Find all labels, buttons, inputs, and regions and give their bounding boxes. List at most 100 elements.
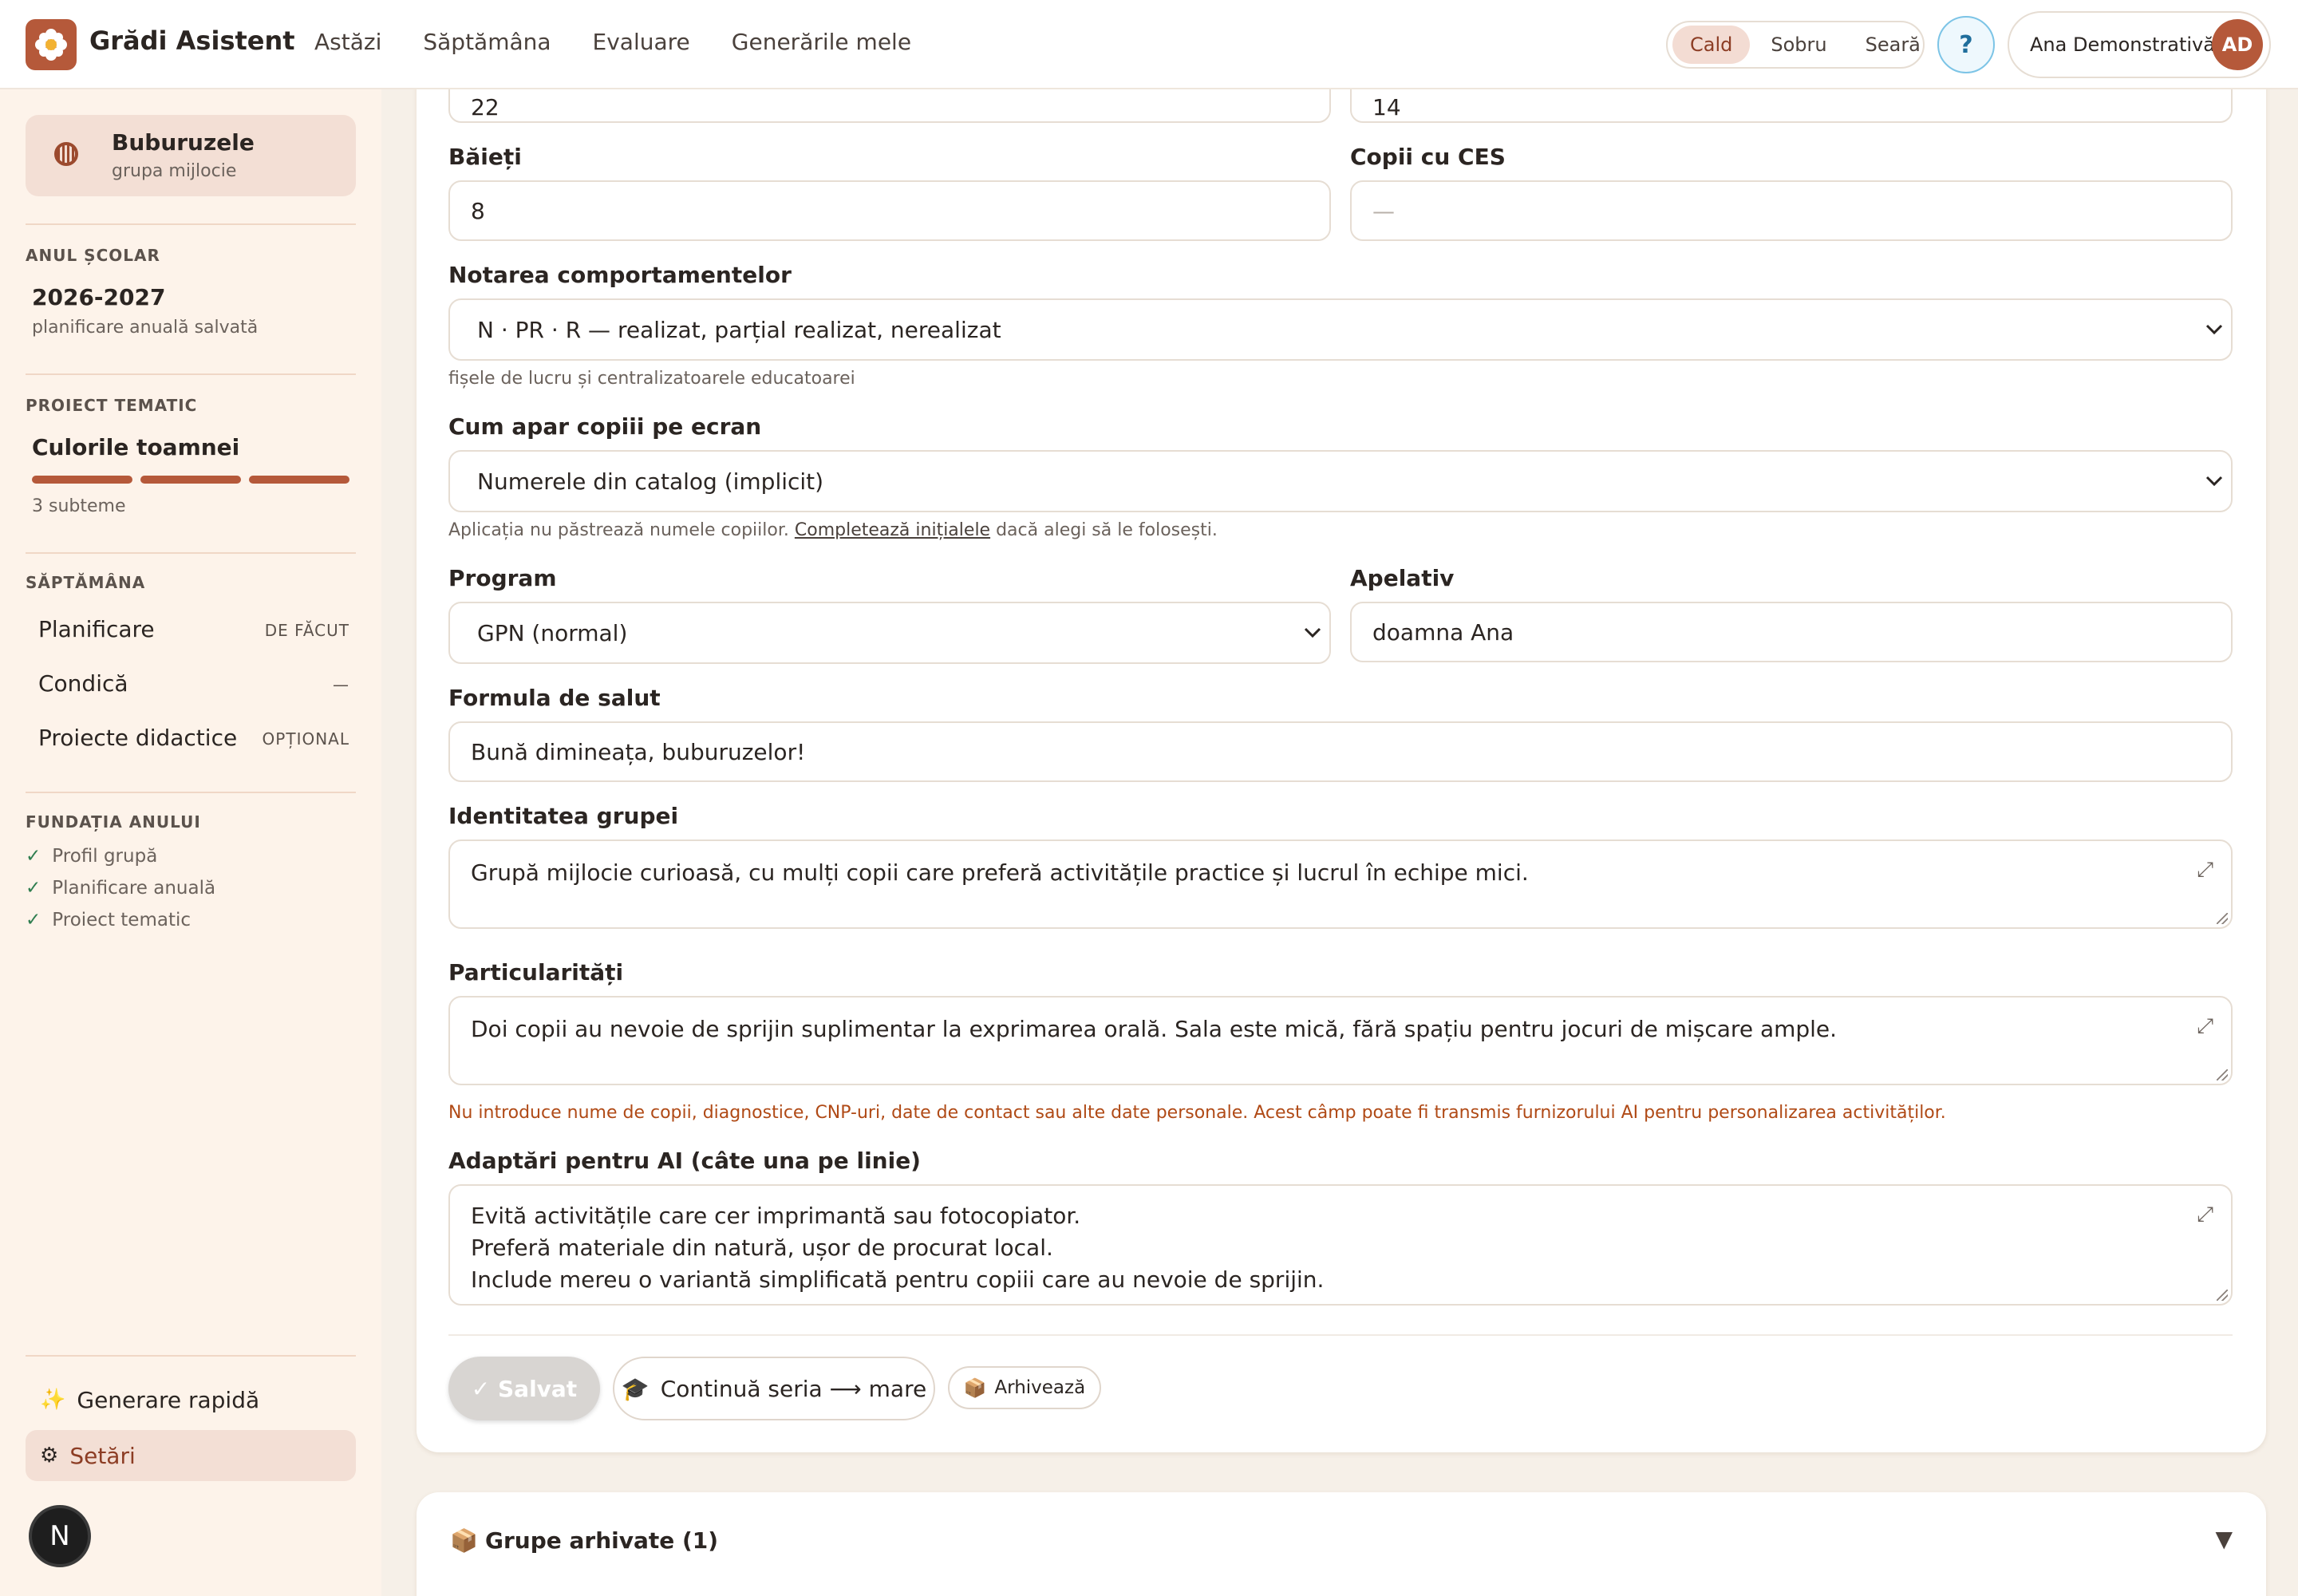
user-name: Ana Demonstrativă — [2030, 34, 2215, 56]
quick-generate-link[interactable]: ✨ Generare rapidă — [26, 1374, 356, 1425]
greeting-field[interactable]: Bună dimineața, buburuzelor! — [448, 721, 2233, 782]
textarea-line: Evită activitățile care cer imprimantă s… — [471, 1203, 1081, 1229]
chevron-down-icon[interactable]: ▼ — [2215, 1526, 2233, 1552]
foundation-item-annual-planning[interactable]: ✓ Planificare anuală — [26, 878, 215, 899]
archive-button[interactable]: 📦 Arhivează — [948, 1366, 1101, 1409]
sidebar-item-label: Condică — [38, 670, 128, 697]
field-value: 22 — [471, 93, 499, 120]
sparkles-icon: ✨ — [40, 1388, 66, 1412]
sidebar-item-logbook[interactable]: Condică — — [38, 670, 349, 702]
foundation-item-label: Profil grupă — [52, 846, 158, 867]
resize-handle[interactable] — [2217, 1290, 2228, 1301]
progress-segment — [140, 476, 241, 484]
chevron-down-icon — [2205, 472, 2223, 491]
identity-label: Identitatea grupei — [448, 803, 679, 829]
archived-groups-toggle[interactable]: 📦 Grupe arhivate (1) ▼ — [417, 1492, 2266, 1596]
divider — [26, 373, 356, 375]
expand-icon[interactable]: ⤢ — [2197, 854, 2213, 886]
status-badge: OPȚIONAL — [262, 729, 349, 749]
display-label: Cum apar copiii pe ecran — [448, 413, 762, 440]
nav-evaluation[interactable]: Evaluare — [593, 29, 690, 55]
nav-week[interactable]: Săptămâna — [423, 29, 551, 55]
graduation-cap-icon: 🎓 — [621, 1375, 650, 1402]
status-badge: — — [333, 675, 349, 694]
user-menu[interactable]: Ana Demonstrativă AD — [2008, 11, 2271, 78]
status-badge: DE FĂCUT — [264, 621, 349, 640]
foundation-item-group-profile[interactable]: ✓ Profil grupă — [26, 846, 157, 867]
address-field[interactable]: doamna Ana — [1350, 602, 2233, 662]
boys-field[interactable]: 8 — [448, 180, 1331, 241]
project-label: PROIECT TEMATIC — [26, 396, 198, 415]
top-bar: Grădi Asistent Astăzi Săptămâna Evaluare… — [0, 0, 2298, 89]
app-title[interactable]: Grădi Asistent — [89, 26, 295, 56]
ai-adaptations-label: Adaptări pentru AI (câte una pe linie) — [448, 1148, 921, 1174]
settings-link[interactable]: ⚙ Setări — [26, 1430, 356, 1481]
continue-series-button[interactable]: 🎓 Continuă seria ⟶ mare — [613, 1357, 935, 1420]
program-select[interactable]: GPN (normal) — [448, 602, 1331, 664]
theme-sober-option[interactable]: Sobru — [1753, 26, 1844, 64]
expand-icon[interactable]: ⤢ — [2197, 1199, 2213, 1231]
school-year-note: planificare anuală salvată — [32, 318, 259, 338]
theme-switch: Cald Sobru Seară — [1666, 21, 1925, 69]
select-value: Numerele din catalog (implicit) — [477, 468, 824, 495]
theme-warm-option[interactable]: Cald — [1672, 26, 1751, 64]
privacy-warning: Nu introduce nume de copii, diagnostice,… — [448, 1103, 1946, 1123]
particular-textarea[interactable]: Doi copii au nevoie de sprijin supliment… — [448, 996, 2233, 1085]
school-year-label: ANUL ȘCOLAR — [26, 246, 160, 265]
foundation-item-thematic-project[interactable]: ✓ Proiect tematic — [26, 910, 191, 930]
expand-icon[interactable]: ⤢ — [2197, 1010, 2213, 1042]
resize-handle[interactable] — [2217, 1069, 2228, 1080]
foundation-item-label: Proiect tematic — [52, 910, 192, 930]
project-name[interactable]: Culorile toamnei — [32, 434, 239, 460]
sidebar: Buburuzele grupa mijlocie ANUL ȘCOLAR 20… — [0, 89, 381, 1596]
nav-today[interactable]: Astăzi — [314, 29, 381, 55]
textarea-line: Include mereu o variantă simplificată pe… — [471, 1266, 1325, 1293]
particular-label: Particularități — [448, 959, 624, 986]
check-icon: ✓ — [26, 846, 41, 867]
display-select[interactable]: Numerele din catalog (implicit) — [448, 450, 2233, 512]
sidebar-item-planning[interactable]: Planificare DE FĂCUT — [38, 616, 349, 648]
group-selector[interactable]: Buburuzele grupa mijlocie — [26, 115, 356, 196]
quick-generate-label: Generare rapidă — [77, 1386, 260, 1413]
foundation-label: FUNDAȚIA ANULUI — [26, 812, 201, 832]
theme-evening-option[interactable]: Seară — [1848, 26, 1938, 64]
field-value: 14 — [1372, 93, 1401, 120]
box-icon: 📦 — [963, 1377, 987, 1399]
divider — [26, 1355, 356, 1357]
project-subthemes: 3 subteme — [32, 496, 126, 516]
behavior-label: Notarea comportamentelor — [448, 262, 792, 288]
identity-textarea[interactable]: Grupă mijlocie curioasă, cu mulți copii … — [448, 839, 2233, 929]
ai-adaptations-textarea[interactable]: Evită activitățile care cer imprimantă s… — [448, 1184, 2233, 1306]
textarea-line: Preferă materiale din natură, ușor de pr… — [471, 1235, 1053, 1261]
chevron-down-icon — [1304, 623, 1321, 642]
select-value: N · PR · R — realizat, parțial realizat,… — [477, 316, 1001, 343]
sidebar-item-didactic-projects[interactable]: Proiecte didactice OPȚIONAL — [38, 725, 349, 757]
n-badge[interactable]: N — [29, 1505, 91, 1567]
check-icon: ✓ — [26, 910, 41, 930]
chevron-down-icon — [2205, 320, 2223, 339]
week-label: SĂPTĂMÂNA — [26, 573, 146, 592]
nav-my-generations[interactable]: Generările mele — [732, 29, 911, 55]
field-placeholder: — — [1372, 197, 1395, 224]
archived-groups-title: Grupe arhivate (1) — [485, 1527, 719, 1554]
behavior-select[interactable]: N · PR · R — realizat, parțial realizat,… — [448, 298, 2233, 361]
boys-label: Băieți — [448, 144, 522, 170]
saved-button[interactable]: ✓ Salvat — [448, 1357, 600, 1420]
resize-handle[interactable] — [2217, 913, 2228, 924]
greeting-label: Formula de salut — [448, 685, 661, 711]
ces-field[interactable]: — — [1350, 180, 2233, 241]
box-icon: 📦 — [450, 1527, 478, 1554]
field-value: doamna Ana — [1372, 618, 1514, 646]
school-year-value[interactable]: 2026-2027 — [32, 284, 165, 310]
gear-icon: ⚙ — [40, 1444, 59, 1468]
help-button[interactable]: ? — [1937, 16, 1995, 73]
program-label: Program — [448, 565, 557, 591]
group-level: grupa mijlocie — [112, 161, 237, 181]
sidebar-item-label: Proiecte didactice — [38, 725, 238, 751]
textarea-value: Doi copii au nevoie de sprijin supliment… — [471, 1016, 1838, 1042]
complete-initials-link[interactable]: Completează inițialele — [795, 520, 990, 540]
behavior-hint: fișele de lucru și centralizatoarele edu… — [448, 369, 855, 389]
flower-icon[interactable] — [26, 19, 77, 70]
progress-segment — [32, 476, 132, 484]
check-icon: ✓ — [26, 878, 41, 899]
